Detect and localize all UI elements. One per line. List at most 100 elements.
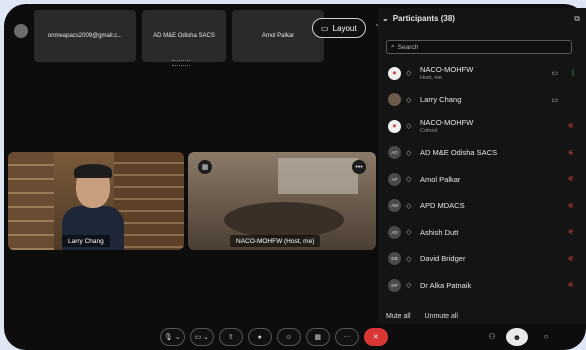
participant-name-block: Ashish Dutt — [420, 228, 458, 237]
status-icon: ◇ — [406, 202, 412, 210]
participant-name: Dr Alka Patnaik — [420, 280, 472, 290]
mic-muted-icon[interactable]: ⚟ — [568, 149, 574, 157]
participant-row[interactable]: ◉ ◇ NACO-MOHFW Cohost ⚟ — [378, 113, 586, 140]
mic-muted-icon[interactable]: ⚟ — [568, 281, 574, 289]
participant-name-block: Dr Alka Patnaik — [420, 281, 471, 290]
search-placeholder: Search — [397, 43, 419, 51]
unmute-all-button[interactable]: Unmute all — [425, 313, 458, 320]
thumbnail-resize-handle[interactable] — [172, 60, 190, 66]
mic-muted-icon[interactable]: ⚟ — [568, 202, 574, 210]
participant-name-block: Amol Palkar — [420, 175, 460, 184]
popout-icon[interactable]: ⧉ — [574, 14, 580, 24]
participant-row[interactable]: AM ◇ APD MDACS ⚟ — [378, 193, 586, 220]
chat-icon[interactable]: ○ — [538, 328, 554, 344]
more-button[interactable]: ⋯ — [334, 328, 359, 346]
participant-name: Larry Chang — [420, 95, 462, 105]
participant-name: NACO-MOHFW — [420, 65, 474, 75]
participants-toggle-icon[interactable]: ☻ — [506, 328, 528, 346]
end-call-button[interactable]: ✕ — [363, 328, 388, 346]
participant-name-block: NACO-MOHFW Cohost — [420, 118, 473, 134]
participant-row[interactable]: AD ◇ Ashish Dutt ⚟ — [378, 219, 586, 246]
status-icon: ◇ — [406, 96, 412, 104]
share-button[interactable]: ⇪ — [218, 328, 243, 346]
room-window — [278, 158, 358, 194]
panel-footer: Mute all Unmute all — [386, 313, 458, 320]
conference-table — [224, 202, 344, 238]
participant-row[interactable]: DP ◇ Dr Alka Patnaik ⚟ — [378, 272, 586, 299]
avatar: DP — [388, 278, 401, 292]
search-input[interactable]: ⌕ Search — [386, 40, 572, 54]
search-icon: ⌕ — [391, 43, 395, 50]
thumbnail-tile[interactable]: Amol Palkar — [232, 10, 324, 62]
layout-button[interactable]: ▭ Layout — [312, 18, 366, 38]
participant-row[interactable]: ◇ Larry Chang ▭ — [378, 87, 586, 114]
participant-name: Ashish Dutt — [420, 227, 459, 237]
mic-muted-icon[interactable]: ⚟ — [568, 122, 574, 130]
avatar: ◉ — [388, 66, 401, 80]
participant-name: Amol Palkar — [420, 174, 461, 184]
mute-all-button[interactable]: Mute all — [386, 313, 411, 320]
thumbnail-tile[interactable]: onmeapacs2009@gmail.c... — [34, 10, 136, 62]
participant-role: Host, me — [420, 75, 443, 82]
participant-role: Cohost — [420, 128, 438, 135]
reactions-button[interactable]: ☺ — [276, 328, 301, 346]
participants-title: Participants (38) — [392, 14, 455, 23]
participant-name-block: NACO-MOHFW Host, me — [420, 65, 473, 81]
participant-name: APD MDACS — [420, 201, 465, 211]
thumbnail-label: AD M&E Odisha SACS — [153, 33, 215, 39]
video-tile-label: NACO-MOHFW (Host, me) — [230, 235, 321, 247]
mic-muted-icon[interactable]: ⚟ — [568, 175, 574, 183]
participant-name: NACO-MOHFW — [420, 118, 474, 128]
thumbnail-strip: onmeapacs2009@gmail.c... AD M&E Odisha S… — [34, 10, 324, 62]
participant-row[interactable]: AP ◇ Amol Palkar ⚟ — [378, 166, 586, 193]
video-tile[interactable]: Larry Chang — [8, 152, 184, 250]
status-icon: ◇ — [406, 70, 412, 78]
status-icon: ◇ — [406, 255, 412, 263]
status-icon: ◇ — [406, 229, 412, 237]
avatar — [388, 93, 401, 107]
participant-row[interactable]: DB ◇ David Bridger ⚟ — [378, 246, 586, 273]
video-button[interactable]: ▭ ⌄ — [189, 328, 214, 346]
video-icon: ▭ — [551, 70, 558, 78]
status-icon: ◇ — [406, 282, 412, 290]
apps-button[interactable]: ▦ — [305, 328, 330, 346]
avatar: AP — [388, 172, 401, 186]
participant-list: ◉ ◇ NACO-MOHFW Host, me ▭ | ◇ Larry Chang ▭ ◉ ◇ NAC… — [378, 60, 586, 299]
avatar: AD — [388, 225, 401, 239]
video-tile[interactable]: ▦ ••• NACO-MOHFW (Host, me) — [188, 152, 376, 250]
participant-name: David Bridger — [420, 254, 466, 264]
status-icon: ◇ — [406, 123, 412, 131]
meeting-toolbar: 🎙 ⌄ ▭ ⌄ ⇪ ● ☺ ▦ ⋯ ✕ — [160, 328, 388, 346]
status-icon: ◇ — [406, 176, 412, 184]
video-icon: ▭ — [551, 96, 558, 104]
bookshelf-background — [114, 152, 184, 250]
mic-button[interactable]: 🎙 ⌄ — [160, 328, 185, 346]
layout-icon: ▭ — [321, 23, 329, 33]
avatar: AM — [388, 199, 401, 213]
avatar: AO — [388, 146, 401, 160]
participant-name-block: David Bridger — [420, 254, 465, 263]
tile-options-icon[interactable]: ▦ — [198, 160, 212, 174]
participant-name-block: APD MDACS — [420, 201, 465, 210]
participants-icon[interactable]: ⚇ — [484, 328, 500, 344]
participant-name: AD M&E Odisha SACS — [420, 148, 498, 158]
participant-name-block: Larry Chang — [420, 95, 461, 104]
thumbnail-label: onmeapacs2009@gmail.c... — [47, 33, 123, 39]
avatar: ◉ — [388, 119, 401, 133]
menu-dot-icon[interactable] — [14, 24, 28, 38]
more-options-icon[interactable]: ••• — [352, 160, 366, 174]
participants-header[interactable]: ⌄ Participants (38) — [382, 14, 455, 23]
mic-muted-icon[interactable]: ⚟ — [568, 255, 574, 263]
mic-muted-icon[interactable]: ⚟ — [568, 228, 574, 236]
chevron-down-icon[interactable]: ⌄ — [382, 14, 389, 23]
participants-panel: ⌄ Participants (38) ⧉ ⌕ Search ◉ ◇ NACO-MO… — [378, 8, 586, 324]
participant-row[interactable]: ◉ ◇ NACO-MOHFW Host, me ▭ | — [378, 60, 586, 87]
participant-row[interactable]: AO ◇ AD M&E Odisha SACS ⚟ — [378, 140, 586, 167]
layout-label: Layout — [332, 23, 357, 33]
participant-name-block: AD M&E Odisha SACS — [420, 148, 497, 157]
record-button[interactable]: ● — [247, 328, 272, 346]
thumbnail-label: Amol Palkar — [261, 33, 295, 39]
thumbnail-tile[interactable]: AD M&E Odisha SACS — [142, 10, 226, 62]
bookshelf-background — [8, 152, 54, 250]
mic-on-icon[interactable]: | — [572, 70, 574, 77]
